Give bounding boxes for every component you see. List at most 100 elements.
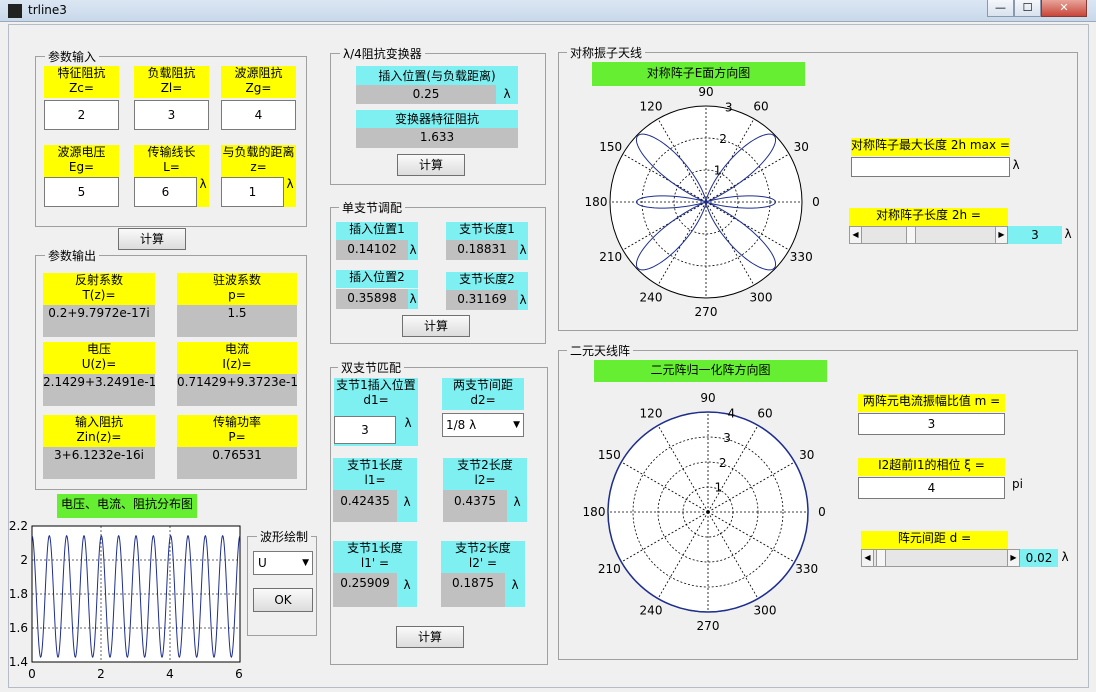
polar-angle-label: 180: [583, 505, 606, 519]
quarter-wave-title: λ/4阻抗变换器: [340, 45, 425, 62]
ds-l1-label: 支节1长度 l1=: [333, 458, 417, 490]
ds-l2-value: 0.4375: [443, 490, 507, 522]
ss-pos2-value: 0.35898: [336, 289, 408, 309]
ds-l2-lambda: λ: [507, 490, 527, 522]
polar-radial-label: 2: [719, 456, 727, 470]
qw-zc-label: 变换器特征阻抗: [356, 110, 518, 128]
dipole-len-label: 对称阵子长度 2h =: [849, 208, 1008, 226]
qw-calc-button[interactable]: 计算: [397, 154, 465, 176]
curr-value: 0.71429+9.3723e-16i: [177, 374, 297, 406]
dipole-len-value: 3: [1008, 226, 1062, 244]
polar-angle-label: 0: [812, 195, 820, 209]
polar-angle-label: 150: [599, 140, 622, 154]
matlab-icon: [8, 4, 22, 18]
volt-value: 2.1429+3.2491e-15i: [43, 374, 155, 406]
zg-input[interactable]: 4: [221, 100, 296, 130]
slider-right-arrow-icon[interactable]: ▶: [1007, 549, 1020, 567]
power-value: 0.76531: [177, 447, 297, 479]
array-m-input[interactable]: 3: [858, 413, 1005, 435]
qw-pos-value: 0.25: [356, 85, 496, 104]
dipole-max-label: 对称阵子最大长度 2h max =: [851, 138, 1010, 156]
polar-angle-label: 0: [818, 505, 826, 519]
ss-len1-lambda: λ: [518, 240, 528, 260]
slider-left-arrow-icon[interactable]: ◀: [849, 226, 862, 244]
polar-angle-label: 300: [750, 290, 773, 304]
zl-label: 负载阻抗 Zl=: [134, 66, 209, 98]
ds-l2p-value: 0.1875: [441, 573, 505, 607]
array-d-slider-thumb[interactable]: [876, 549, 887, 567]
close-button[interactable]: ✕: [1041, 0, 1087, 17]
polar-radial-label: 2: [719, 132, 727, 146]
polar-angle-label: 120: [640, 406, 663, 420]
dipole-max-input[interactable]: [851, 157, 1010, 177]
refl-label: 反射系数 T(z)=: [43, 273, 155, 305]
slider-left-arrow-icon[interactable]: ◀: [861, 549, 874, 567]
refl-value: 0.2+9.7972e-17i: [43, 305, 155, 337]
waveform-select[interactable]: U ▼: [253, 551, 313, 575]
polar-radial-label: 1: [714, 163, 722, 177]
dipole-len-lambda: λ: [1064, 227, 1072, 241]
polar-angle-label: 240: [640, 604, 663, 618]
L-input[interactable]: 6: [134, 177, 197, 207]
polar-angle-label: 330: [795, 562, 818, 576]
z-input[interactable]: 1: [221, 177, 284, 207]
ds-d1-label: 支节1插入位置 d1=: [334, 378, 418, 410]
polar-angle-label: 270: [697, 619, 720, 633]
ds-l1p-value: 0.25909: [333, 573, 397, 607]
polar-angle-label: 120: [640, 100, 663, 114]
polar-radial-label: 4: [728, 407, 736, 421]
ss-len1-value: 0.18831: [446, 240, 518, 260]
dist-xtick: 6: [235, 667, 243, 681]
single-stub-title: 单支节调配: [339, 199, 406, 216]
ds-l2p-lambda: λ: [505, 573, 525, 607]
zl-input[interactable]: 3: [134, 100, 209, 130]
ss-len2-value: 0.31169: [446, 290, 518, 310]
array-title: 二元天线阵: [567, 342, 634, 359]
ds-calc-button[interactable]: 计算: [396, 626, 464, 648]
polar-angle-label: 210: [598, 562, 621, 576]
ss-pos1-lambda: λ: [408, 240, 418, 260]
ds-d1-input[interactable]: 3: [334, 416, 396, 444]
polar-angle-label: 270: [695, 305, 718, 319]
slider-right-arrow-icon[interactable]: ▶: [995, 226, 1008, 244]
polar-angle-label: 30: [799, 448, 814, 462]
maximize-button[interactable]: ☐: [1014, 0, 1041, 17]
double-stub-title: 双支节匹配: [338, 359, 405, 376]
chevron-down-icon: ▼: [513, 420, 520, 430]
ss-calc-button[interactable]: 计算: [402, 315, 470, 337]
ds-l2p-label: 支节2长度 l2' =: [441, 541, 525, 573]
ss-len1-label: 支节长度1: [446, 222, 528, 240]
eg-label: 波源电压 Eg=: [44, 145, 119, 177]
polar-angle-label: 300: [754, 604, 777, 618]
polar-angle-label: 330: [790, 250, 813, 264]
params-calc-button[interactable]: 计算: [118, 228, 186, 250]
polar-angle-label: 90: [700, 391, 715, 405]
L-lambda-unit: λ: [197, 177, 209, 207]
curr-label: 电流 I(z)=: [177, 342, 297, 374]
ds-l1p-lambda: λ: [397, 573, 417, 607]
polar-angle-label: 30: [794, 140, 809, 154]
minimize-button[interactable]: —: [987, 0, 1014, 17]
array-d-value: 0.02: [1020, 549, 1058, 567]
polar-radial-label: 3: [725, 100, 733, 114]
qw-zc-value: 1.633: [356, 128, 518, 148]
waveform-ok-button[interactable]: OK: [253, 588, 313, 612]
ds-d2-select[interactable]: 1/8 λ ▼: [442, 413, 524, 437]
array-plot-label: 二元阵归一化阵方向图: [594, 360, 827, 382]
dipole-len-slider-thumb[interactable]: [906, 226, 917, 244]
dist-xtick: 0: [28, 667, 36, 681]
array-xi-input[interactable]: 4: [858, 477, 1005, 499]
title-bar: [0, 0, 1096, 22]
dipole-polar-plot: 9060300330300270240210180150120123: [585, 85, 820, 319]
polar-angle-label: 240: [640, 290, 663, 304]
window-title: trline3: [28, 3, 67, 17]
ds-l1p-label: 支节1长度 l1' =: [333, 541, 417, 573]
eg-input[interactable]: 5: [44, 177, 119, 207]
dipole-len-slider[interactable]: [849, 226, 1008, 244]
zc-input[interactable]: 2: [44, 100, 119, 130]
power-label: 传输功率 P=: [177, 415, 297, 447]
dist-xtick: 4: [166, 667, 174, 681]
dist-ytick: 1.8: [9, 587, 28, 601]
ds-l1-value: 0.42435: [333, 490, 397, 522]
array-xi-label: I2超前I1的相位 ξ =: [858, 458, 1005, 476]
